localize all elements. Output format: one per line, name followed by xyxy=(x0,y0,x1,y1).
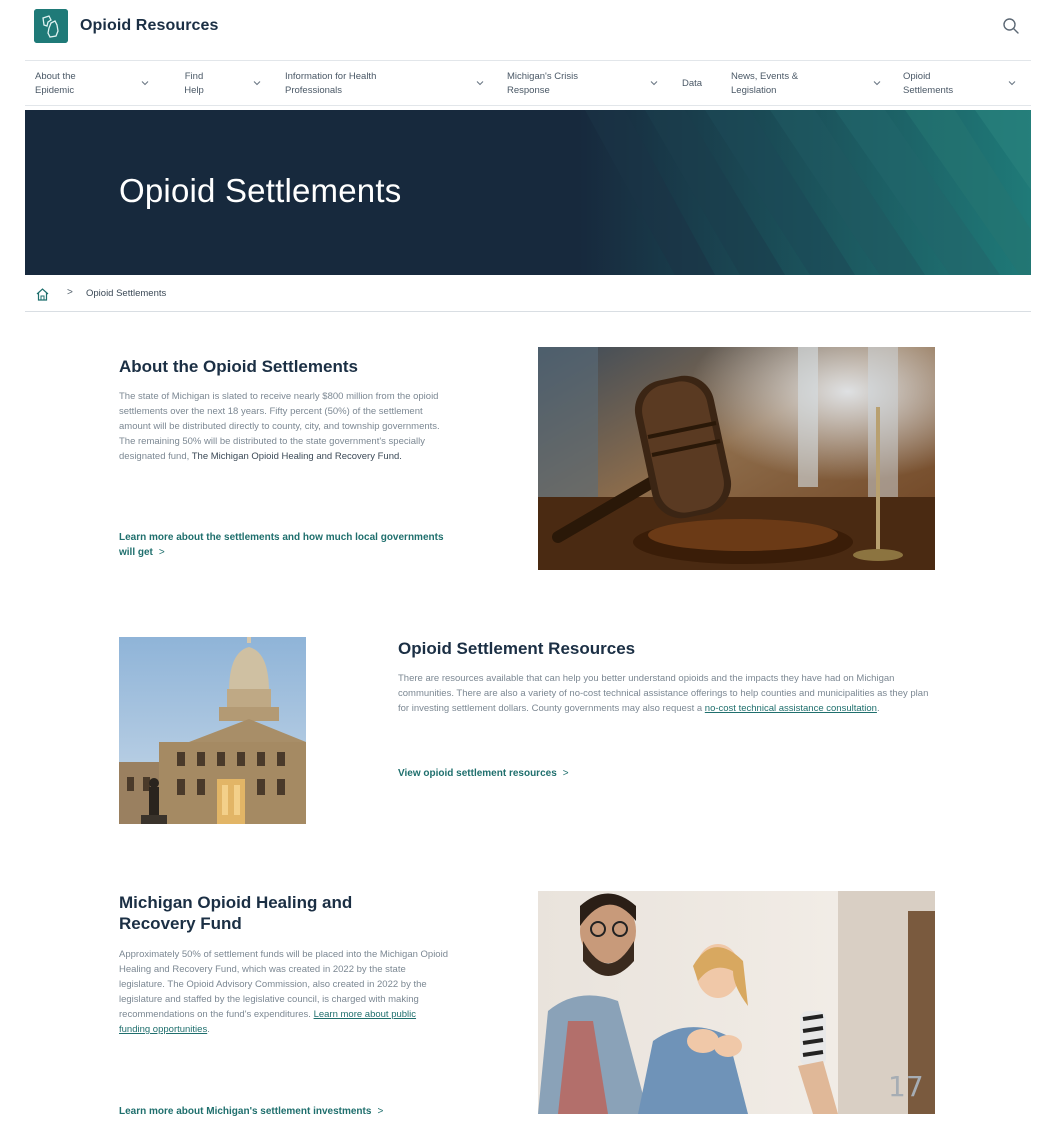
nav-item-health-professionals[interactable]: Information for Health Professionals xyxy=(285,61,490,107)
technical-assistance-link[interactable]: no-cost technical assistance consultatio… xyxy=(705,703,877,714)
nav-label: Opioid Settlements xyxy=(903,71,954,96)
about-settlements-link[interactable]: Learn more about the settlements and how… xyxy=(119,530,454,560)
nav-item-news-events[interactable]: News, Events & Legislation xyxy=(731,61,891,107)
nav-label: About the Epidemic xyxy=(35,71,76,96)
settlement-resources-body: There are resources available that can h… xyxy=(398,671,938,716)
people-celebrating-photo xyxy=(538,891,935,1114)
chevron-down-icon xyxy=(873,81,881,86)
nav-label: News, Events & Legislation xyxy=(731,71,799,96)
healing-fund-body: Approximately 50% of settlement funds wi… xyxy=(119,947,449,1037)
michigan-map-logo-icon[interactable] xyxy=(34,9,68,43)
about-settlements-body: The state of Michigan is slated to recei… xyxy=(119,389,449,464)
fund-body-end: . xyxy=(207,1024,210,1035)
search-icon[interactable] xyxy=(1002,17,1020,35)
breadcrumb-current: Opioid Settlements xyxy=(86,288,167,299)
about-body-emphasis: The Michigan Opioid Healing and Recovery… xyxy=(191,451,402,462)
main-navigation: About the Epidemic Find Help Information… xyxy=(25,60,1031,106)
page-title: Opioid Settlements xyxy=(119,172,402,209)
about-settlements-heading: About the Opioid Settlements xyxy=(119,357,358,376)
breadcrumb: > Opioid Settlements xyxy=(25,282,1031,312)
view-resources-link[interactable]: View opioid settlement resources > xyxy=(398,766,698,781)
chevron-right-icon: > xyxy=(158,547,165,558)
chevron-right-icon: > xyxy=(377,1106,384,1117)
page-number: 17 xyxy=(888,1070,924,1103)
chevron-down-icon xyxy=(1008,81,1016,86)
settlement-resources-heading: Opioid Settlement Resources xyxy=(398,639,636,658)
nav-item-find-help[interactable]: Find Help xyxy=(174,61,274,107)
nav-item-opioid-settlements[interactable]: Opioid Settlements xyxy=(903,61,1028,107)
chevron-down-icon xyxy=(650,81,658,86)
chevron-down-icon xyxy=(476,81,484,86)
chevron-down-icon xyxy=(141,81,149,86)
settlement-investments-link[interactable]: Learn more about Michigan's settlement i… xyxy=(119,1104,389,1119)
nav-item-about-epidemic[interactable]: About the Epidemic xyxy=(35,61,165,107)
nav-label: Find Help xyxy=(184,71,204,96)
nav-item-data[interactable]: Data xyxy=(682,61,718,107)
site-title[interactable]: Opioid Resources xyxy=(80,17,219,35)
about-settlements-link-label: Learn more about the settlements and how… xyxy=(119,532,444,558)
nav-label: Michigan's Crisis Response xyxy=(507,71,578,96)
hero-banner: Opioid Settlements xyxy=(25,110,1031,275)
nav-item-crisis-response[interactable]: Michigan's Crisis Response xyxy=(507,61,667,107)
gavel-photo xyxy=(538,347,935,570)
healing-fund-heading: Michigan Opioid Healing and Recovery Fun… xyxy=(119,893,353,933)
capitol-building-photo xyxy=(119,637,306,824)
nav-label: Information for Health Professionals xyxy=(285,71,377,96)
resources-body-end: . xyxy=(876,703,880,714)
view-resources-link-label: View opioid settlement resources xyxy=(398,768,557,779)
chevron-down-icon xyxy=(253,81,261,86)
breadcrumb-separator: > xyxy=(67,287,73,298)
settlement-investments-link-label: Learn more about Michigan's settlement i… xyxy=(119,1106,372,1117)
site-header: Opioid Resources xyxy=(0,0,1038,58)
chevron-right-icon: > xyxy=(562,768,569,779)
home-icon[interactable] xyxy=(35,287,50,302)
nav-label: Data xyxy=(682,78,703,89)
